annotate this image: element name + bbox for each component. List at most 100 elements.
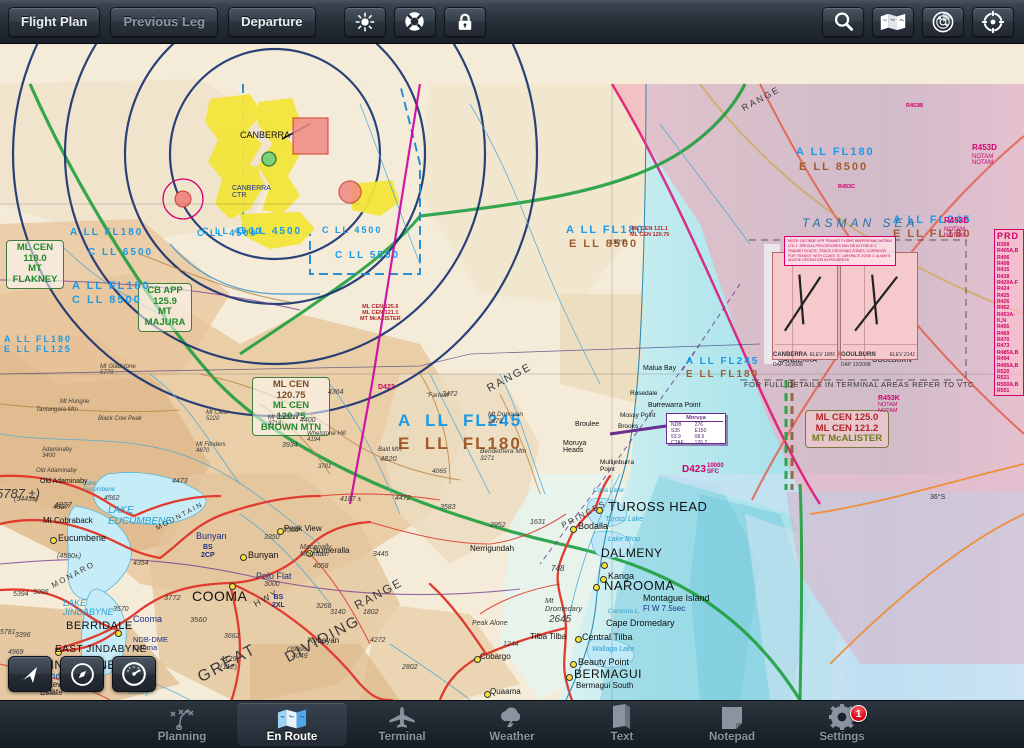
notification-badge: 1 bbox=[850, 705, 867, 722]
en-route-chart-map[interactable]: ML CEN 120.75 ML CEN 120.75 BROWN MTN ML CE… bbox=[0, 44, 1024, 700]
frequency-line: ML CEN 118.0 bbox=[16, 242, 54, 264]
navbox-cell: E150 08.6 bbox=[694, 428, 707, 440]
search-icon bbox=[834, 12, 853, 31]
cb-app-mt-majura-box: CB APP 125.9 MT MAJURA bbox=[138, 283, 192, 332]
inset-canberra: CANBERRA ELEV 1886 DAP 12/2008 bbox=[772, 252, 838, 368]
tab-label: Notepad bbox=[709, 731, 755, 743]
tab-label: Settings bbox=[819, 731, 865, 743]
airplane-icon bbox=[387, 706, 417, 730]
town-marker-dot bbox=[55, 649, 62, 656]
brown-mtn-frequency-box: ML CEN 120.75 ML CEN 120.75 BROWN MTN bbox=[252, 377, 330, 437]
tab-label: Planning bbox=[157, 731, 207, 743]
tasman-sea-note: NOTE: OUTSIDE VFR TRANSIT FLIGHT BUFFER … bbox=[784, 236, 896, 267]
help-lifering-button[interactable] bbox=[393, 6, 436, 37]
route-plot-icon bbox=[167, 706, 197, 730]
tab-label: Terminal bbox=[378, 731, 426, 743]
compass-button[interactable] bbox=[60, 656, 104, 692]
town-marker-dot bbox=[484, 691, 491, 698]
inset-airport-name: GOULBURN bbox=[841, 352, 876, 358]
flight-plan-button[interactable]: Flight Plan bbox=[8, 6, 101, 37]
town-marker-dot bbox=[575, 636, 582, 643]
frequency-line: ML CEN 120.75 bbox=[272, 400, 310, 422]
navbox-cell: 126.7 bbox=[694, 440, 708, 446]
mt-flakney-frequency-box: ML CEN 118.0 MT FLAKNEY bbox=[6, 240, 64, 289]
town-marker-dot bbox=[601, 562, 608, 569]
lock-icon bbox=[458, 13, 471, 30]
inset-airport-name: CANBERRA bbox=[773, 352, 808, 358]
tab-label: En Route bbox=[266, 731, 318, 743]
frequency-line: MT McALISTER bbox=[811, 433, 883, 445]
prd-item: R453A-K,N bbox=[997, 311, 1015, 325]
mt-mcalister-frequency-box: ML CEN 125.0 ML CEN 121.2 MT McALISTER bbox=[805, 410, 889, 448]
town-marker-dot bbox=[240, 554, 247, 561]
runway-diagram bbox=[775, 255, 837, 359]
frequency-line: ML CEN 120.75 bbox=[272, 379, 310, 401]
tab-list: Planning En Route Terminal Weather Text N… bbox=[127, 701, 897, 748]
inset-airport-elevation: ELEV 1886 bbox=[809, 352, 835, 358]
town-marker-dot bbox=[566, 674, 573, 681]
prd-list-panel: PRD R368 R405A,B R406 R408 R415 R418 R420A-F R4… bbox=[994, 229, 1024, 397]
prd-panel-items: R368 R405A,B R406 R408 R415 R418 R420A-F R424 R4… bbox=[997, 242, 1021, 394]
speed-gauge-button[interactable] bbox=[112, 656, 156, 692]
speed-gauge-icon bbox=[122, 662, 146, 686]
departure-button[interactable]: Departure bbox=[228, 6, 316, 37]
book-icon bbox=[610, 704, 634, 730]
center-target-button[interactable] bbox=[972, 6, 1014, 37]
notepad-icon bbox=[720, 706, 744, 730]
inset-airport-elevation: ELEV 2141 bbox=[889, 352, 915, 358]
navbox-cell: CTAF bbox=[671, 440, 684, 446]
frequency-line: CB APP 125.9 bbox=[147, 285, 183, 307]
tab-en-route[interactable]: En Route bbox=[237, 703, 347, 746]
runway-diagram bbox=[843, 255, 917, 359]
life-ring-icon bbox=[405, 12, 424, 31]
prd-item: R551 bbox=[997, 387, 1010, 394]
inset-airport-dap: DAP 12/2008 bbox=[773, 362, 803, 368]
town-marker-dot bbox=[596, 507, 603, 514]
town-marker-dot bbox=[277, 528, 284, 535]
tab-label: Text bbox=[610, 731, 634, 743]
navbox-title: Moruya bbox=[669, 415, 723, 422]
chart-vector-layer bbox=[0, 44, 1024, 700]
inset-goulburn: GOULBURN ELEV 2141 DAP 12/2008 bbox=[840, 252, 918, 368]
prd-item: R550A,B bbox=[997, 381, 1019, 388]
tab-settings[interactable]: Settings 1 bbox=[787, 703, 897, 746]
radar-icon bbox=[932, 11, 954, 32]
town-marker-dot bbox=[474, 656, 481, 663]
town-marker-dot bbox=[593, 584, 600, 591]
navbox-moruya: Moruya NDB 276 S35 53.9 E150 08.6 CTAF 126.7 bbox=[666, 413, 726, 446]
search-button[interactable] bbox=[822, 6, 864, 37]
tab-terminal[interactable]: Terminal bbox=[347, 703, 457, 746]
town-marker-dot bbox=[229, 583, 236, 590]
brightness-button[interactable] bbox=[343, 6, 386, 37]
location-arrow-button[interactable] bbox=[8, 656, 52, 692]
folded-map-icon bbox=[880, 13, 906, 30]
prd-item: R495A,B bbox=[997, 362, 1019, 369]
frequency-line: MT MAJURA bbox=[144, 306, 186, 328]
top-toolbar: Flight Plan Previous Leg Departure bbox=[0, 0, 1024, 44]
lock-button[interactable] bbox=[443, 6, 486, 37]
location-arrow-icon bbox=[23, 667, 37, 683]
tab-planning[interactable]: Planning bbox=[127, 703, 237, 746]
inset-airport-dap: DAP 12/2008 bbox=[841, 362, 871, 368]
town-marker-dot bbox=[115, 630, 122, 637]
charts-button[interactable] bbox=[872, 6, 914, 37]
tab-weather[interactable]: Weather bbox=[457, 703, 567, 746]
town-marker-dot bbox=[50, 537, 57, 544]
folded-map-icon bbox=[277, 706, 307, 730]
town-marker-dot bbox=[570, 526, 577, 533]
storm-cloud-icon bbox=[497, 706, 527, 730]
town-marker-dot bbox=[306, 550, 313, 557]
town-marker-dot bbox=[570, 661, 577, 668]
frequency-line: MT FLAKNEY bbox=[12, 263, 58, 285]
tab-label: Weather bbox=[489, 731, 535, 743]
tab-notepad[interactable]: Notepad bbox=[677, 703, 787, 746]
frequency-line: BROWN MTN bbox=[260, 421, 322, 433]
navbox-cell bbox=[719, 440, 723, 446]
compass-icon bbox=[70, 662, 94, 686]
tab-text[interactable]: Text bbox=[567, 703, 677, 746]
map-control-buttons[interactable] bbox=[8, 656, 156, 692]
app-root: ML CEN 120.75 ML CEN 120.75 BROWN MTN ML CE… bbox=[0, 0, 1024, 748]
previous-leg-button[interactable]: Previous Leg bbox=[110, 6, 219, 37]
radar-button[interactable] bbox=[922, 6, 964, 37]
prd-panel-header: PRD bbox=[997, 231, 1020, 241]
